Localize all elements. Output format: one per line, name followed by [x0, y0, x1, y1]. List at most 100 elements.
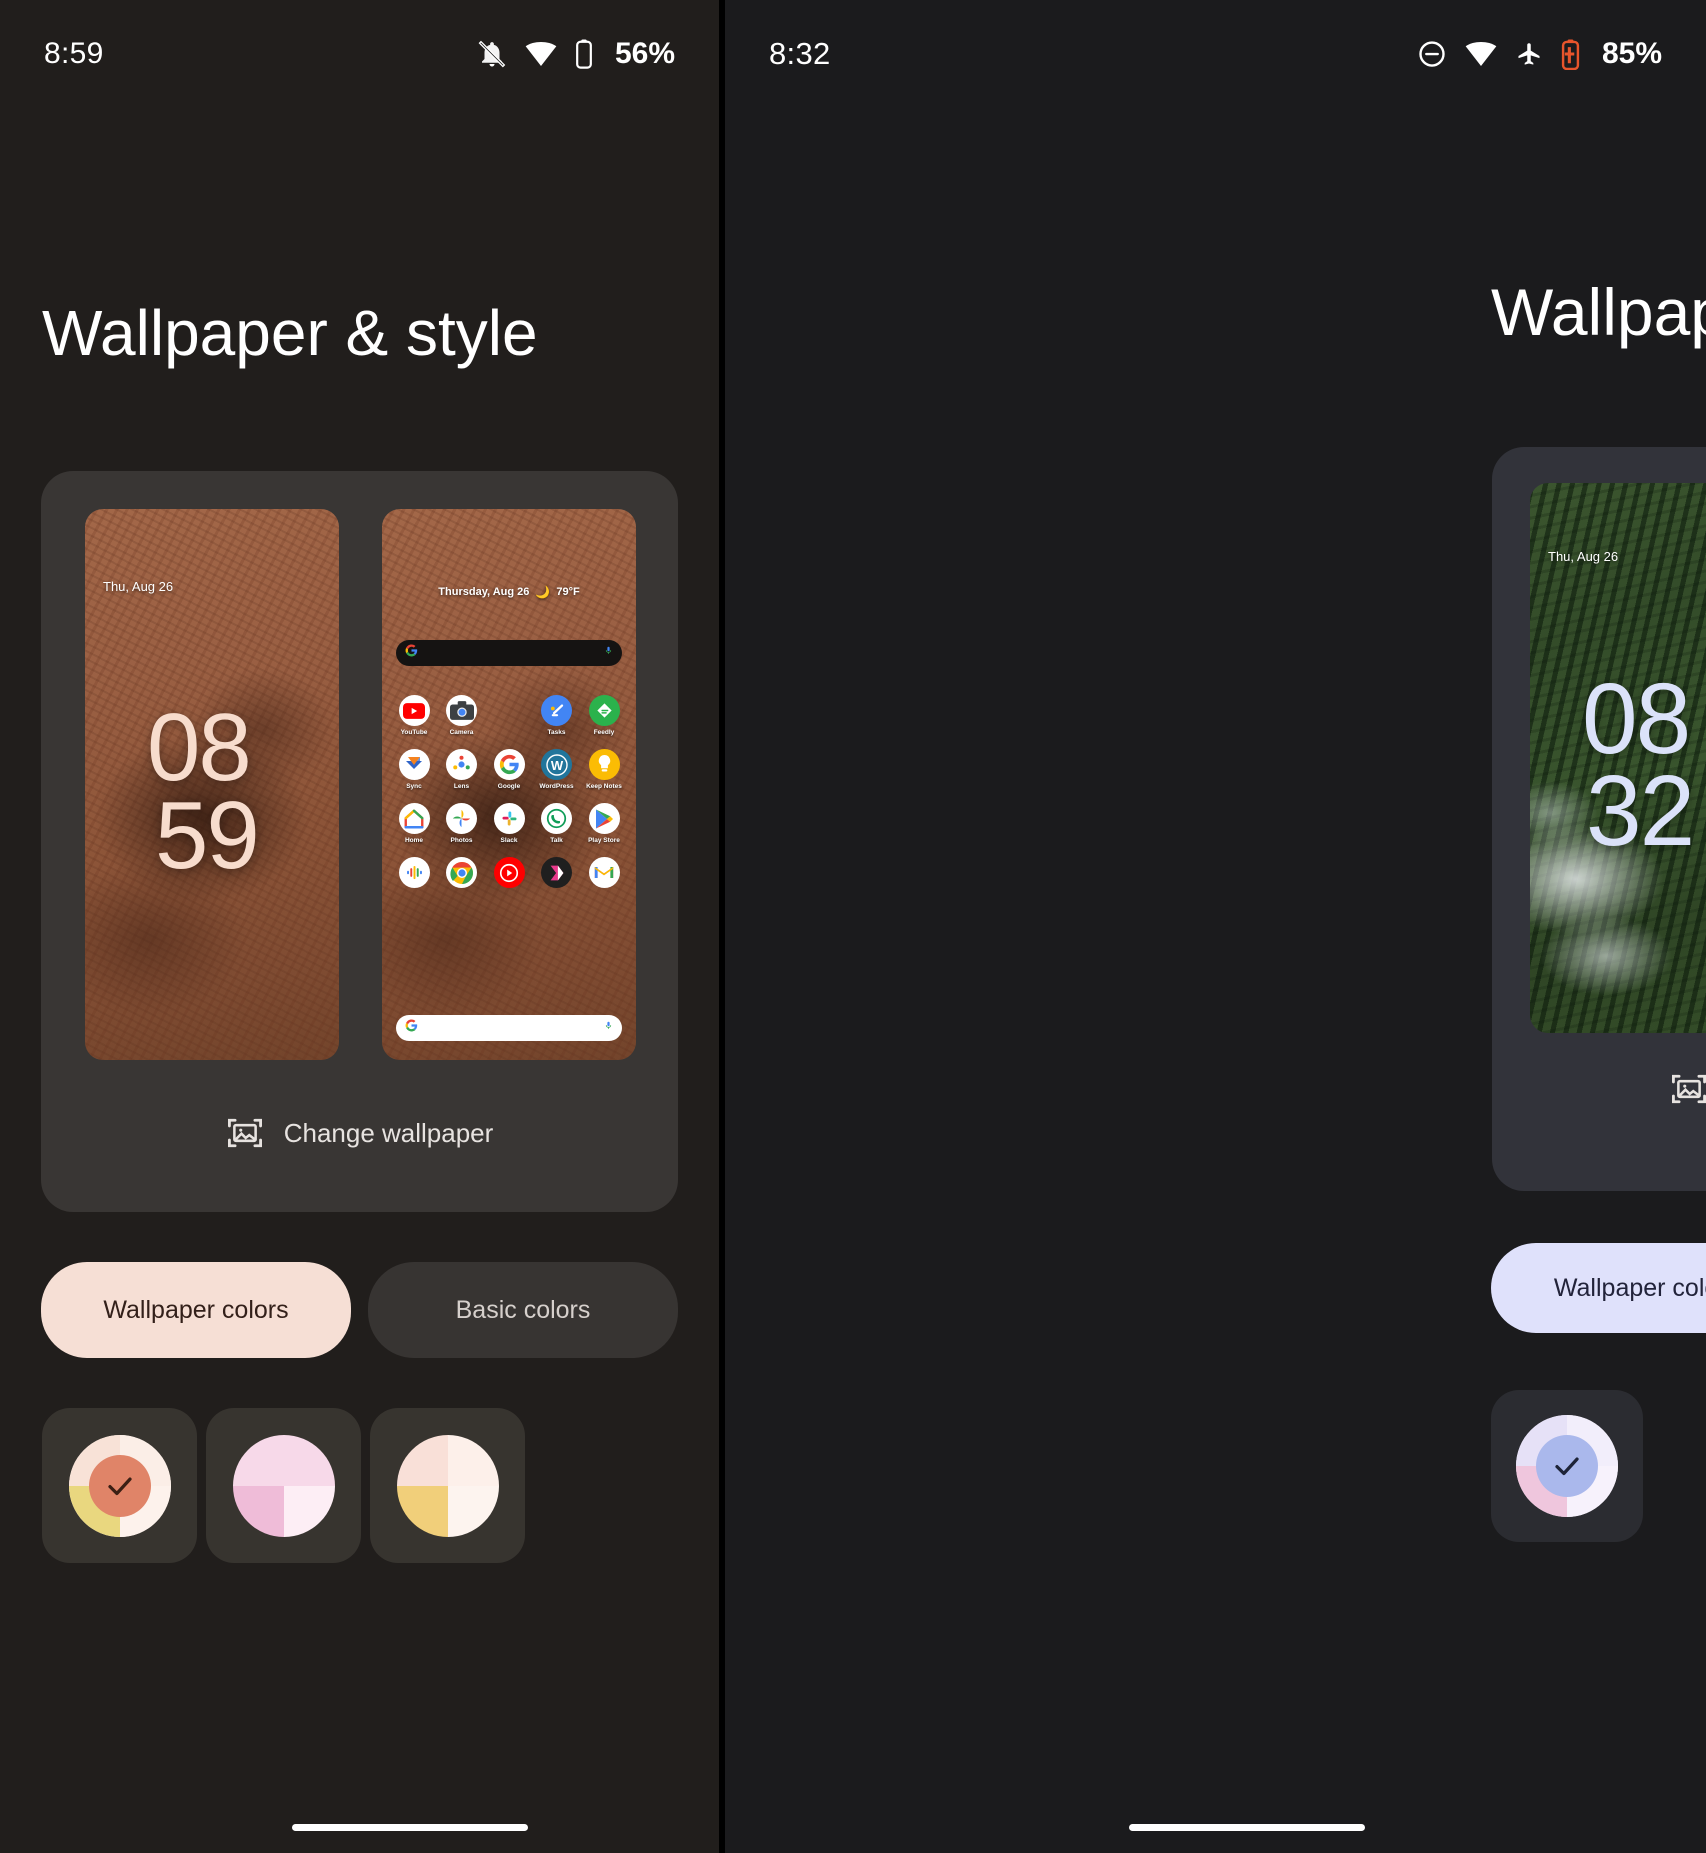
check-icon: [1552, 1451, 1582, 1481]
left-screen: 8:59 56% Wallpaper & style Thu, Aug 26 0…: [0, 0, 719, 1853]
lock-clock: 08 59: [147, 694, 260, 884]
svg-text:W: W: [550, 758, 563, 773]
app-label: Slack: [500, 837, 518, 844]
app-label: Feedly: [593, 729, 615, 736]
wallpaper-preview-card: Thu, Aug 26 08 32 Thursday, Aug 26 🌙 81°…: [1492, 447, 1706, 1191]
app-camera[interactable]: Camera: [439, 695, 485, 736]
swatch-circle: [396, 1434, 499, 1537]
app-chrome[interactable]: [439, 857, 485, 888]
lock-screen-preview[interactable]: Thu, Aug 26 08 59: [85, 509, 339, 1060]
lock-clock-hours: 08: [147, 694, 252, 801]
gmail-icon: [588, 857, 620, 888]
page-title: Wallpaper & style: [1491, 275, 1706, 349]
swatch-cream[interactable]: [370, 1408, 525, 1563]
gesture-bar[interactable]: [1129, 1824, 1365, 1831]
page-title: Wallpaper & style: [42, 297, 538, 369]
pink-app-icon: [541, 857, 572, 888]
app-label: Keep Notes: [586, 783, 622, 790]
wordpress-icon: W: [541, 749, 572, 780]
status-icons: 85%: [1417, 37, 1662, 71]
app-row-1: YouTube Camera Tasks Feedly: [391, 695, 627, 736]
podcasts-icon: [398, 857, 430, 888]
app-sync[interactable]: Sync: [391, 749, 437, 790]
search-bar-top[interactable]: [396, 640, 622, 666]
lock-screen-preview[interactable]: Thu, Aug 26 08 32: [1530, 483, 1706, 1033]
change-wallpaper-label: Change wallpaper: [283, 1117, 494, 1148]
tab-basic-colors[interactable]: Basic colors: [368, 1262, 678, 1358]
playstore-icon: [588, 803, 620, 834]
app-youtube-music[interactable]: [486, 857, 532, 888]
gesture-bar[interactable]: [292, 1824, 528, 1831]
bell-off-icon: [477, 39, 507, 69]
mic-icon[interactable]: [604, 1019, 613, 1037]
swatch-circle: [232, 1434, 335, 1537]
home-icon: [398, 803, 430, 834]
app-label: Talk: [550, 837, 563, 844]
swatch-lavender[interactable]: [1491, 1390, 1643, 1542]
change-wallpaper-button[interactable]: Change wallpaper: [41, 1116, 678, 1150]
search-bar-bottom[interactable]: [396, 1015, 622, 1041]
app-podcasts[interactable]: [391, 857, 437, 888]
app-google[interactable]: Google: [486, 749, 532, 790]
change-wallpaper-button[interactable]: Change wallpaper: [1492, 1072, 1706, 1106]
home-temperature: 79°F: [556, 586, 580, 598]
swatch-circle: [68, 1434, 171, 1537]
battery-charging-icon: [1561, 39, 1580, 70]
battery-icon: [575, 39, 593, 69]
swatch-inner: [88, 1454, 151, 1517]
app-keep-notes[interactable]: Keep Notes: [581, 749, 627, 790]
app-label: WordPress: [539, 783, 574, 790]
google-g-icon: [405, 1019, 418, 1037]
battery-percent: 85%: [1601, 37, 1662, 70]
app-label: Play Store: [588, 837, 620, 844]
ytmusic-icon: [493, 857, 525, 888]
app-blank: [486, 695, 532, 736]
camera-icon: [446, 695, 477, 726]
phone-previews: Thu, Aug 26 08 32 Thursday, Aug 26 🌙 81°…: [1530, 483, 1706, 1033]
app-label: Photos: [450, 837, 473, 844]
tab-wallpaper-colors[interactable]: Wallpaper colors: [41, 1262, 351, 1358]
mic-icon[interactable]: [604, 644, 613, 662]
app-wordpress[interactable]: W WordPress: [534, 749, 580, 790]
color-swatch-list: [42, 1408, 525, 1563]
blank-icon: [494, 695, 525, 726]
color-source-toggles: Wallpaper colors Basic colors: [41, 1262, 678, 1358]
right-screen: 8:32 85% Wallpa Thu, Aug 26 08 32 Wallpa…: [725, 0, 1706, 1853]
app-row-3: Home Photos Slack Talk Play Store: [391, 803, 627, 844]
lens-icon: [446, 749, 477, 780]
talk-icon: [541, 803, 572, 834]
status-time: 8:32: [769, 36, 831, 71]
lock-clock-hours: 08: [1582, 663, 1691, 775]
battery-percent: 56%: [614, 37, 675, 70]
lock-date: Thu, Aug 26: [103, 579, 174, 594]
wifi-icon: [525, 41, 557, 67]
app-label: YouTube: [400, 729, 428, 736]
app-grid: YouTube Camera Tasks Feedly Sync Lens Go…: [391, 695, 627, 901]
app-home[interactable]: Home: [391, 803, 437, 844]
app-play-store[interactable]: Play Store: [581, 803, 627, 844]
app-pink[interactable]: [534, 857, 580, 888]
app-slack[interactable]: Slack: [486, 803, 532, 844]
color-source-toggles: Wallpaper colors Basic colors: [1491, 1243, 1706, 1333]
app-photos[interactable]: Photos: [439, 803, 485, 844]
lock-clock-minutes: 32: [1586, 755, 1695, 867]
color-swatch-list: [1491, 1390, 1643, 1542]
sync-icon: [398, 749, 430, 780]
app-label: Home: [404, 837, 424, 844]
app-tasks[interactable]: Tasks: [534, 695, 580, 736]
app-talk[interactable]: Talk: [534, 803, 580, 844]
tasks-icon: [541, 695, 572, 726]
status-icons: 56%: [477, 37, 675, 71]
swatch-peach[interactable]: [42, 1408, 197, 1563]
youtube-icon: [398, 695, 430, 726]
home-screen-preview[interactable]: Thursday, Aug 26 🌙 79°F YouTube Camera T…: [382, 509, 636, 1060]
app-gmail[interactable]: [581, 857, 627, 888]
app-label: Lens: [453, 783, 470, 790]
app-label: Sync: [406, 783, 422, 790]
tab-wallpaper-colors[interactable]: Wallpaper colors: [1491, 1243, 1706, 1333]
app-youtube[interactable]: YouTube: [391, 695, 437, 736]
app-feedly[interactable]: Feedly: [581, 695, 627, 736]
slack-icon: [493, 803, 525, 834]
swatch-pink[interactable]: [206, 1408, 361, 1563]
app-lens[interactable]: Lens: [439, 749, 485, 790]
